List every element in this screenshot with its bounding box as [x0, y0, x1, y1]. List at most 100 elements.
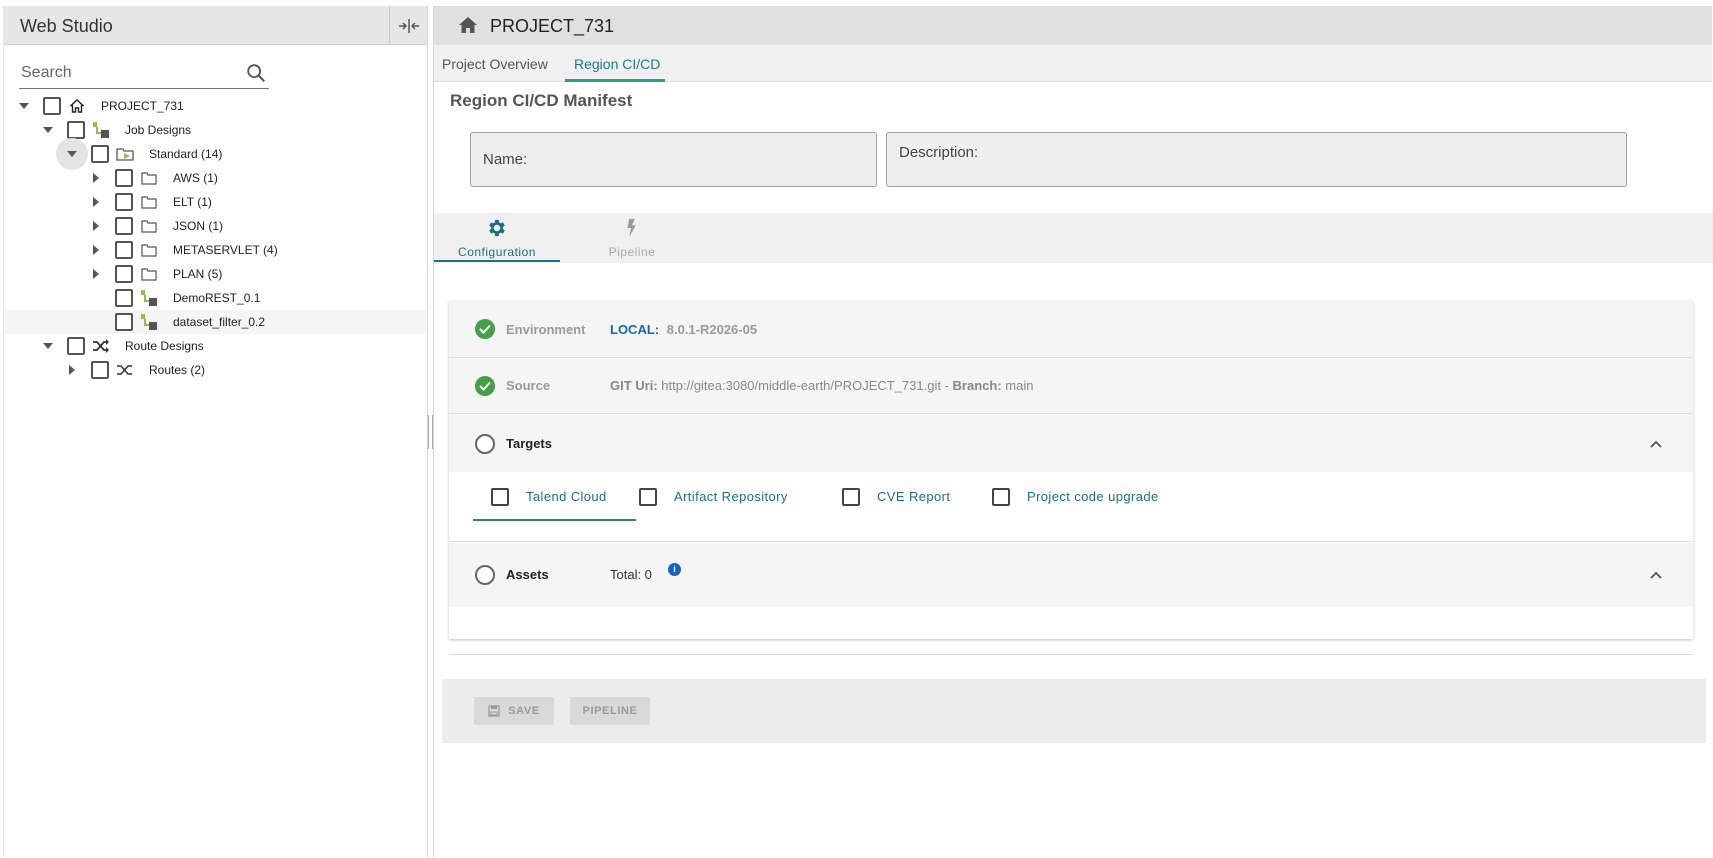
tree-checkbox[interactable] [115, 193, 133, 211]
tree-checkbox[interactable] [115, 241, 133, 259]
target-checkbox[interactable] [842, 488, 860, 506]
active-tab-indicator [565, 79, 665, 82]
tree-checkbox[interactable] [115, 169, 133, 187]
home-icon[interactable] [458, 15, 478, 35]
tree-job-item[interactable]: dataset_filter_0.2 [4, 310, 426, 334]
subtab-configuration[interactable]: Configuration [434, 213, 560, 263]
target-label: Talend Cloud [526, 489, 607, 504]
source-separator: - [944, 378, 949, 393]
expand-toggle[interactable] [36, 118, 60, 142]
check-circle-icon [475, 319, 495, 339]
branch-key: Branch: [952, 378, 1002, 393]
chevron-up-icon[interactable] [1649, 568, 1663, 582]
description-field[interactable]: Description: [886, 132, 1627, 187]
environment-label: Environment [506, 322, 586, 337]
save-button-label: SAVE [508, 705, 540, 717]
search-input[interactable] [21, 64, 241, 82]
environment-key: LOCAL: [610, 322, 660, 337]
expand-toggle[interactable] [84, 166, 108, 190]
main-panel: PROJECT_731 Project Overview Region CI/C… [433, 6, 1713, 857]
subtab-label: Pipeline [608, 245, 656, 259]
tree-node-label: PLAN (5) [173, 267, 223, 281]
tree-node-label: JSON (1) [173, 219, 224, 233]
tree-node-label: METASERVLET (4) [173, 243, 278, 257]
tree-node-label: PROJECT_731 [101, 99, 184, 113]
target-checkbox[interactable] [491, 488, 509, 506]
tree-node-route-designs[interactable]: Route Designs [4, 334, 426, 358]
assets-label: Assets [506, 567, 549, 582]
expand-toggle[interactable] [12, 94, 36, 118]
app-title: Web Studio [20, 16, 113, 36]
assets-row[interactable]: Assets Total: 0 i [449, 543, 1693, 607]
source-row: Source GIT Uri: http://gitea:3080/middle… [449, 358, 1693, 414]
name-field-label: Name: [483, 151, 528, 168]
search-box [19, 57, 269, 89]
expand-toggle[interactable] [84, 214, 108, 238]
git-uri-key: GIT Uri: [610, 378, 658, 393]
target-label: Project code upgrade [1027, 489, 1159, 504]
expand-toggle[interactable] [36, 334, 60, 358]
tree-node-label: Routes (2) [149, 363, 206, 377]
tree-node-routes[interactable]: Routes (2) [4, 358, 426, 382]
branch-value: main [1005, 378, 1034, 393]
targets-label: Targets [506, 436, 552, 451]
tree-checkbox[interactable] [115, 289, 133, 307]
subtab-pipeline[interactable]: Pipeline [569, 213, 695, 263]
tree-checkbox[interactable] [67, 121, 85, 139]
tab-region-cicd[interactable]: Region CI/CD [574, 56, 660, 72]
tree-node-root[interactable]: PROJECT_731 [4, 94, 426, 118]
folder-play-icon [116, 145, 134, 163]
save-button[interactable]: SAVE [474, 697, 554, 725]
targets-row[interactable]: Targets [449, 414, 1693, 472]
tree-folder-item[interactable]: ELT (1) [4, 190, 426, 214]
tree-folder-item[interactable]: JSON (1) [4, 214, 426, 238]
tree-checkbox[interactable] [43, 97, 61, 115]
left-panel-header: Web Studio [4, 6, 427, 45]
collapse-panel-button[interactable] [389, 6, 427, 45]
target-checkbox[interactable] [992, 488, 1010, 506]
configuration-card: Environment LOCAL: 8.0.1-R2026-05 Source… [449, 301, 1693, 639]
tree-checkbox[interactable] [91, 145, 109, 163]
expand-toggle[interactable] [84, 238, 108, 262]
tree-node-standard[interactable]: Standard (14) [4, 138, 426, 170]
tree-checkbox[interactable] [115, 217, 133, 235]
source-label: Source [506, 378, 551, 393]
expand-toggle[interactable] [84, 262, 108, 286]
tree-checkbox[interactable] [91, 361, 109, 379]
tree-node-label: DemoREST_0.1 [173, 291, 261, 305]
tree-job-item[interactable]: DemoREST_0.1 [4, 286, 426, 310]
target-label: CVE Report [877, 489, 951, 504]
target-checkbox[interactable] [639, 488, 657, 506]
tree-checkbox[interactable] [115, 265, 133, 283]
chevron-down-icon [19, 103, 29, 109]
chevron-down-icon [67, 151, 77, 157]
expand-toggle[interactable] [60, 358, 84, 382]
folder-icon [140, 265, 158, 283]
folder-icon [140, 169, 158, 187]
environment-value: LOCAL: 8.0.1-R2026-05 [610, 322, 757, 337]
job-icon [140, 313, 158, 331]
tree-checkbox[interactable] [115, 313, 133, 331]
chevron-up-icon[interactable] [1649, 437, 1663, 451]
expand-toggle[interactable] [84, 190, 108, 214]
tab-bar: Project Overview Region CI/CD [434, 45, 1712, 82]
tab-project-overview[interactable]: Project Overview [442, 56, 548, 72]
description-field-label: Description: [899, 144, 979, 161]
tree-folder-item[interactable]: METASERVLET (4) [4, 238, 426, 262]
active-subtab-indicator [434, 260, 560, 262]
active-target-indicator [473, 519, 636, 521]
job-icon [140, 289, 158, 307]
name-field[interactable]: Name: [470, 132, 877, 187]
manifest-title: Region CI/CD Manifest [450, 91, 633, 110]
tree-checkbox[interactable] [67, 337, 85, 355]
home-icon [68, 97, 86, 115]
search-icon[interactable] [245, 62, 267, 84]
info-icon[interactable]: i [668, 563, 681, 576]
folder-icon [140, 193, 158, 211]
tree-folder-item[interactable]: AWS (1) [4, 166, 426, 190]
tree-node-label: ELT (1) [173, 195, 212, 209]
pipeline-button[interactable]: PIPELINE [570, 697, 650, 725]
tree-folder-item[interactable]: PLAN (5) [4, 262, 426, 286]
chevron-down-icon [43, 127, 53, 133]
chevron-right-icon [69, 365, 75, 375]
